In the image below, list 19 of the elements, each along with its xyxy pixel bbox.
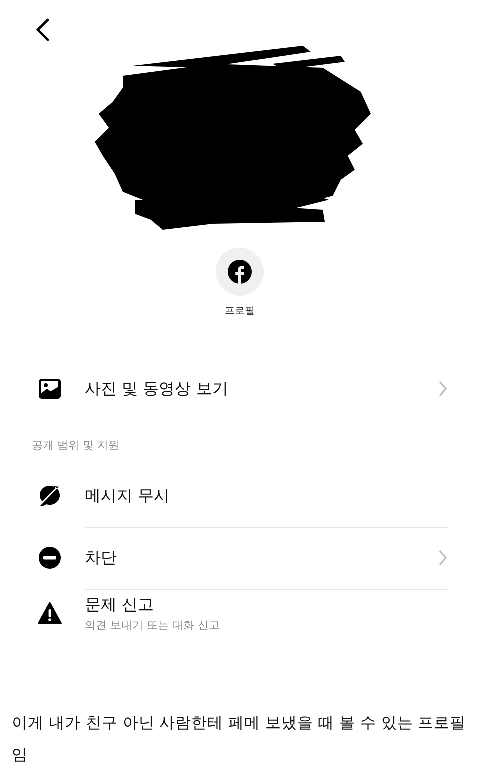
menu-item-label: 문제 신고 xyxy=(85,595,156,616)
chevron-left-icon xyxy=(35,18,51,42)
warning-icon xyxy=(38,601,62,625)
menu-item-label: 차단 xyxy=(85,548,118,568)
block-icon xyxy=(38,546,62,570)
crossed-speech-bubble-icon xyxy=(38,484,62,508)
caption-text: 이게 내가 친구 아닌 사람한테 페메 보냈을 때 볼 수 있는 프로필 임 xyxy=(12,713,468,766)
menu-item-label: 사진 및 동영상 보기 xyxy=(85,378,230,400)
menu-item[interactable]: 문제 신고 의견 보내기 또는 대화 신고 xyxy=(0,589,480,649)
facebook-profile-button[interactable] xyxy=(216,248,264,296)
facebook-icon xyxy=(228,260,252,284)
menu-item-label: 메시지 무시 xyxy=(85,486,172,506)
image-icon xyxy=(38,377,62,401)
menu-item-subtitle: 의견 보내기 또는 대화 신고 xyxy=(85,618,221,633)
profile-label: 프로필 xyxy=(225,305,255,318)
menu-item[interactable]: 사진 및 동영상 보기 xyxy=(0,358,480,420)
menu-item[interactable]: 메시지 무시 xyxy=(0,465,480,527)
section-header: 공개 범위 및 지원 xyxy=(32,438,120,453)
menu-item[interactable]: 차단 xyxy=(0,527,480,589)
